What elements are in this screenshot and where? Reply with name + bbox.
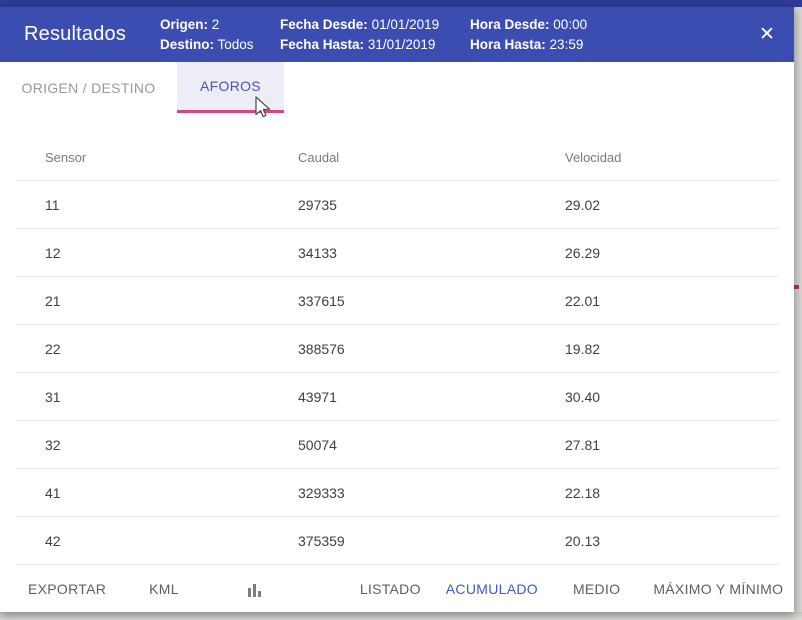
origin-label: Origen: bbox=[160, 17, 208, 32]
time-from-label: Hora Desde: bbox=[470, 17, 550, 32]
table-row: 32 50074 27.81 bbox=[16, 421, 778, 469]
exportar-button[interactable]: EXPORTAR bbox=[28, 581, 106, 597]
cell-velocidad: 30.40 bbox=[565, 389, 778, 405]
column-header-caudal: Caudal bbox=[298, 150, 565, 165]
cell-caudal: 388576 bbox=[298, 341, 565, 357]
cell-sensor: 42 bbox=[45, 533, 298, 549]
cell-sensor: 22 bbox=[45, 341, 298, 357]
cell-caudal: 29735 bbox=[298, 197, 565, 213]
tab-aforos[interactable]: AFOROS bbox=[177, 62, 284, 113]
dialog-footer: EXPORTAR KML LISTADO ACUMULADO MEDIO MÁX… bbox=[0, 565, 794, 612]
table-row: 42 375359 20.13 bbox=[16, 517, 778, 565]
cell-sensor: 32 bbox=[45, 437, 298, 453]
medio-button[interactable]: MEDIO bbox=[573, 581, 620, 597]
cell-velocidad: 26.29 bbox=[565, 245, 778, 261]
table-header-row: Sensor Caudal Velocidad bbox=[16, 135, 778, 181]
app-toolbar-strip bbox=[0, 0, 802, 7]
date-to-label: Fecha Hasta: bbox=[280, 37, 364, 52]
cell-caudal: 337615 bbox=[298, 293, 565, 309]
cell-sensor: 41 bbox=[45, 485, 298, 501]
column-header-velocidad: Velocidad bbox=[565, 150, 778, 165]
date-range-summary: Fecha Desde: 01/01/2019 Fecha Hasta: 31/… bbox=[280, 16, 470, 53]
table-row: 11 29735 29.02 bbox=[16, 181, 778, 229]
date-from-value: 01/01/2019 bbox=[372, 17, 440, 32]
origin-line: Origen: 2 bbox=[160, 16, 280, 33]
origin-value: 2 bbox=[212, 17, 220, 32]
date-to-value: 31/01/2019 bbox=[368, 37, 436, 52]
background-bottom-strip bbox=[0, 612, 802, 620]
cell-caudal: 50074 bbox=[298, 437, 565, 453]
table-row: 41 329333 22.18 bbox=[16, 469, 778, 517]
kml-button[interactable]: KML bbox=[149, 581, 179, 597]
cell-caudal: 34133 bbox=[298, 245, 565, 261]
cell-sensor: 11 bbox=[45, 197, 298, 213]
screen: Resultados Origen: 2 Destino: Todos Fech… bbox=[0, 0, 802, 620]
cell-caudal: 329333 bbox=[298, 485, 565, 501]
tab-origen-destino[interactable]: ORIGEN / DESTINO bbox=[0, 62, 177, 113]
cell-velocidad: 22.18 bbox=[565, 485, 778, 501]
date-from-line: Fecha Desde: 01/01/2019 bbox=[280, 16, 470, 33]
sensor-table: Sensor Caudal Velocidad 11 29735 29.02 1… bbox=[16, 135, 778, 565]
origin-destination-summary: Origen: 2 Destino: Todos bbox=[160, 16, 280, 53]
cell-velocidad: 20.13 bbox=[565, 533, 778, 549]
background-right-strip bbox=[794, 7, 802, 612]
destination-label: Destino: bbox=[160, 37, 214, 52]
time-from-value: 00:00 bbox=[553, 17, 587, 32]
time-to-label: Hora Hasta: bbox=[470, 37, 546, 52]
dialog-header: Resultados Origen: 2 Destino: Todos Fech… bbox=[0, 7, 794, 62]
acumulado-button[interactable]: ACUMULADO bbox=[446, 581, 538, 597]
date-from-label: Fecha Desde: bbox=[280, 17, 368, 32]
bar-chart-icon[interactable] bbox=[246, 580, 264, 598]
maximo-minimo-button[interactable]: MÁXIMO Y MÍNIMO bbox=[653, 581, 783, 597]
cell-velocidad: 27.81 bbox=[565, 437, 778, 453]
column-header-sensor: Sensor bbox=[45, 150, 298, 165]
results-dialog: Resultados Origen: 2 Destino: Todos Fech… bbox=[0, 7, 794, 612]
dialog-title: Resultados bbox=[24, 23, 160, 46]
destination-line: Destino: Todos bbox=[160, 36, 280, 53]
destination-value: Todos bbox=[218, 37, 254, 52]
tab-bar: ORIGEN / DESTINO AFOROS bbox=[0, 62, 794, 113]
table-row: 31 43971 30.40 bbox=[16, 373, 778, 421]
table-row: 21 337615 22.01 bbox=[16, 277, 778, 325]
close-icon[interactable]: ✕ bbox=[752, 20, 782, 50]
time-range-summary: Hora Desde: 00:00 Hora Hasta: 23:59 bbox=[470, 16, 640, 53]
cell-sensor: 12 bbox=[45, 245, 298, 261]
time-to-line: Hora Hasta: 23:59 bbox=[470, 36, 640, 53]
cell-caudal: 375359 bbox=[298, 533, 565, 549]
table-row: 22 388576 19.82 bbox=[16, 325, 778, 373]
cell-velocidad: 29.02 bbox=[565, 197, 778, 213]
cell-caudal: 43971 bbox=[298, 389, 565, 405]
table-row: 12 34133 26.29 bbox=[16, 229, 778, 277]
cell-velocidad: 19.82 bbox=[565, 341, 778, 357]
cell-sensor: 21 bbox=[45, 293, 298, 309]
date-to-line: Fecha Hasta: 31/01/2019 bbox=[280, 36, 470, 53]
time-from-line: Hora Desde: 00:00 bbox=[470, 16, 640, 33]
time-to-value: 23:59 bbox=[550, 37, 584, 52]
cell-sensor: 31 bbox=[45, 389, 298, 405]
listado-button[interactable]: LISTADO bbox=[360, 581, 421, 597]
cell-velocidad: 22.01 bbox=[565, 293, 778, 309]
